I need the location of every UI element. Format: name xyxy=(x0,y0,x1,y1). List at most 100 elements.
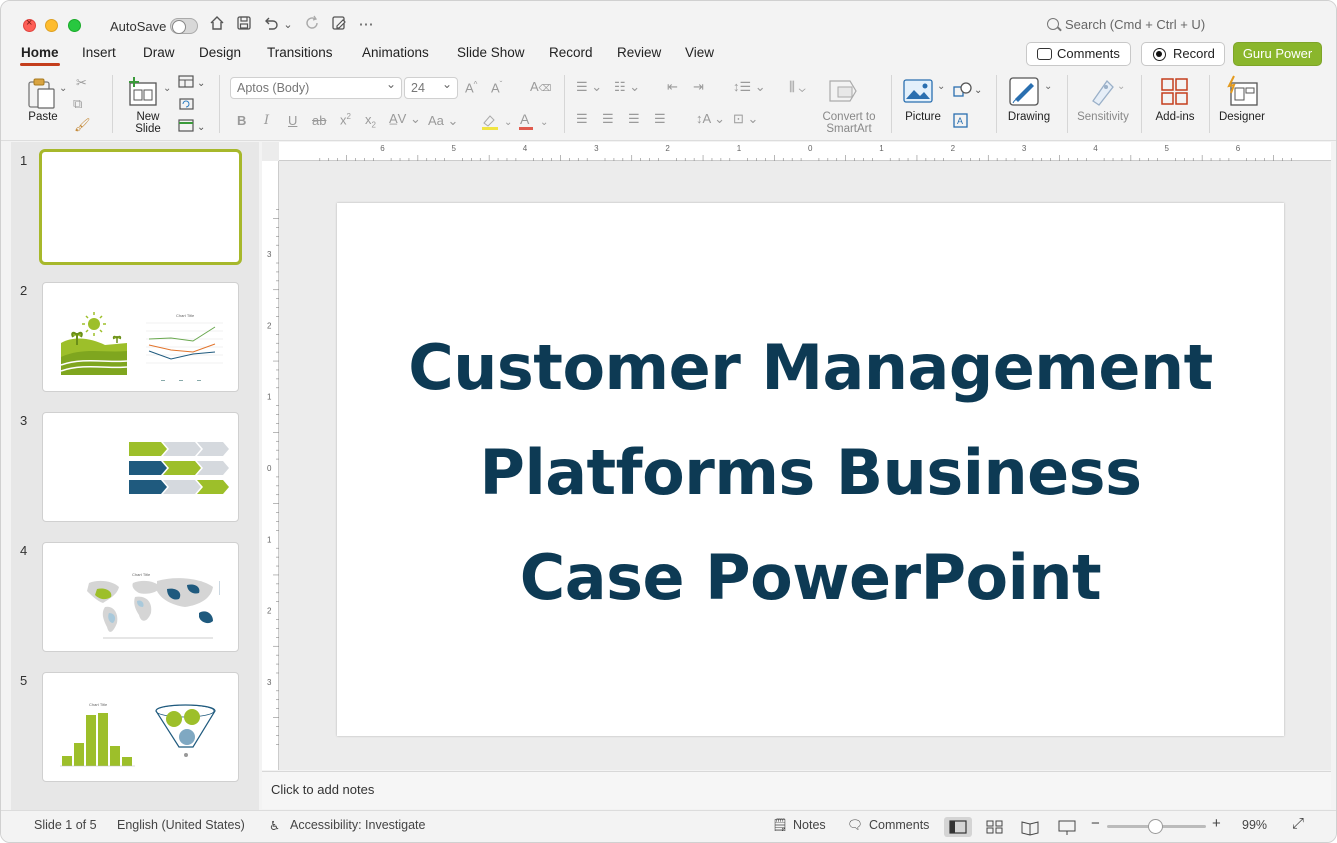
shapes-icon[interactable]: ⌄ xyxy=(953,81,983,99)
notes-toggle[interactable]: Notes xyxy=(793,818,826,832)
justify-icon[interactable]: ☰ xyxy=(654,111,666,127)
zoom-slider-thumb[interactable] xyxy=(1148,819,1163,834)
tab-design[interactable]: Design xyxy=(199,45,241,60)
tab-transitions[interactable]: Transitions xyxy=(267,45,333,60)
sensitivity-icon[interactable] xyxy=(1087,77,1117,107)
align-text-icon[interactable]: ⊡ ⌄ xyxy=(733,111,758,127)
undo-dropdown-icon[interactable]: ⌄ xyxy=(281,15,295,35)
italic-icon[interactable]: I xyxy=(264,113,269,128)
record-button[interactable]: Record xyxy=(1141,42,1225,66)
notes-icon[interactable]: 🗒 xyxy=(772,818,788,833)
smartart-icon[interactable] xyxy=(828,79,860,103)
autosave-toggle[interactable] xyxy=(170,18,198,34)
sensitivity-dropdown-icon[interactable]: ⌄ xyxy=(1117,81,1125,92)
picture-dropdown-icon[interactable]: ⌄ xyxy=(937,81,945,92)
minimize-window-button[interactable] xyxy=(45,19,58,32)
add-ins-icon[interactable] xyxy=(1160,77,1190,107)
comments-button[interactable]: Comments xyxy=(1026,42,1131,66)
language-status[interactable]: English (United States) xyxy=(117,818,245,832)
slideshow-view-button[interactable] xyxy=(1053,817,1081,837)
change-case-icon[interactable]: Aa ⌄ xyxy=(428,113,458,129)
slide-title-textbox[interactable]: Customer Management Platforms Business C… xyxy=(337,315,1284,630)
redo-icon[interactable] xyxy=(302,15,322,35)
paste-dropdown-icon[interactable]: ⌄ xyxy=(59,83,67,94)
slide-thumbnail-5[interactable]: Chart Title xyxy=(42,672,239,782)
vertical-ruler[interactable]: 3 2 1 0 1 2 3 xyxy=(262,161,279,770)
reset-icon[interactable] xyxy=(178,97,196,111)
character-spacing-icon[interactable]: A̲V ⌄ xyxy=(389,111,421,127)
comment-status-icon[interactable]: 🗨 xyxy=(847,818,863,833)
text-box-icon[interactable]: A xyxy=(953,113,969,129)
customize-icon[interactable] xyxy=(329,15,349,35)
superscript-icon[interactable]: x2 xyxy=(340,112,351,127)
comments-toggle[interactable]: Comments xyxy=(869,818,929,832)
underline-icon[interactable]: U xyxy=(288,113,297,128)
highlight-color-icon[interactable]: ⌄ xyxy=(480,113,520,131)
tab-slide-show[interactable]: Slide Show xyxy=(457,45,525,60)
strikethrough-icon[interactable]: ab xyxy=(312,113,326,128)
layout-icon[interactable]: ⌄ xyxy=(178,75,206,89)
search-box[interactable]: Search (Cmd + Ctrl + U) xyxy=(1047,17,1247,37)
guru-power-button[interactable]: Guru Power xyxy=(1233,42,1322,66)
font-size-dropdown[interactable]: 24 xyxy=(404,77,458,99)
horizontal-ruler[interactable]: 6 5 4 3 2 1 0 1 2 3 4 5 6 xyxy=(279,142,1331,161)
slide-title-line-1: Customer Management xyxy=(408,331,1213,404)
normal-view-button[interactable] xyxy=(944,817,972,837)
slide-thumbnail-2[interactable]: Chart Title xyxy=(42,282,239,392)
picture-icon[interactable] xyxy=(903,79,935,105)
fit-to-window-icon[interactable]: ⤢ xyxy=(1292,815,1304,832)
accessibility-icon[interactable]: ♿︎ xyxy=(269,818,280,833)
slide-thumbnail-4[interactable]: Chart Title xyxy=(42,542,239,652)
clear-formatting-icon[interactable]: A⌫ xyxy=(530,79,551,94)
increase-indent-icon[interactable]: ⇥ xyxy=(693,79,704,95)
align-center-icon[interactable]: ☰ xyxy=(602,111,614,127)
bold-icon[interactable]: B xyxy=(237,113,246,128)
decrease-indent-icon[interactable]: ⇤ xyxy=(667,79,678,95)
more-icon[interactable]: ⋯ xyxy=(356,15,376,35)
tab-home[interactable]: Home xyxy=(20,45,60,66)
tab-view[interactable]: View xyxy=(685,45,714,60)
line-spacing-icon[interactable]: ↕☰ ⌄ xyxy=(733,79,766,95)
increase-font-icon[interactable]: A^ xyxy=(465,80,477,95)
accessibility-status[interactable]: Accessibility: Investigate xyxy=(290,818,425,832)
close-window-button[interactable] xyxy=(23,17,36,32)
format-painter-icon[interactable]: 🖌 xyxy=(74,117,91,133)
copy-icon[interactable]: ⧉ xyxy=(73,96,82,112)
zoom-level[interactable]: 99% xyxy=(1242,818,1267,832)
align-left-icon[interactable]: ☰ xyxy=(576,111,588,127)
drawing-icon[interactable] xyxy=(1009,77,1041,107)
decrease-font-icon[interactable]: Aˇ xyxy=(491,80,502,95)
font-color-icon[interactable]: A ⌄ xyxy=(518,111,558,132)
font-name-dropdown[interactable]: Aptos (Body) xyxy=(230,77,402,99)
reading-view-button[interactable] xyxy=(1016,817,1044,837)
text-direction-icon[interactable]: ↕A ⌄ xyxy=(696,111,725,127)
home-icon[interactable] xyxy=(207,15,227,35)
align-right-icon[interactable]: ☰ xyxy=(628,111,640,127)
save-icon[interactable] xyxy=(234,15,254,35)
tab-draw[interactable]: Draw xyxy=(143,45,175,60)
new-slide-button[interactable] xyxy=(128,77,160,107)
undo-icon[interactable] xyxy=(261,15,281,35)
section-icon[interactable]: ⌄ xyxy=(178,119,206,133)
cut-icon[interactable]: ✂ xyxy=(76,75,87,91)
slide-thumbnail-1[interactable] xyxy=(39,149,242,265)
slide-sorter-view-button[interactable] xyxy=(981,817,1009,837)
paste-button[interactable] xyxy=(26,77,58,111)
zoom-in-button[interactable]: + xyxy=(1212,815,1221,832)
numbering-icon[interactable]: ☷ ⌄ xyxy=(614,79,640,95)
subscript-icon[interactable]: x2 xyxy=(365,112,376,130)
new-slide-dropdown-icon[interactable]: ⌄ xyxy=(163,83,171,94)
slide-thumbnail-3[interactable] xyxy=(42,412,239,522)
tab-insert[interactable]: Insert xyxy=(82,45,116,60)
notes-pane[interactable]: Click to add notes xyxy=(262,771,1331,809)
columns-icon[interactable]: ⫼ ⌄ xyxy=(789,79,806,95)
bullets-icon[interactable]: ☰ ⌄ xyxy=(576,79,602,95)
tab-record[interactable]: Record xyxy=(549,45,593,60)
tab-animations[interactable]: Animations xyxy=(362,45,429,60)
zoom-out-button[interactable]: − xyxy=(1091,815,1100,832)
tab-review[interactable]: Review xyxy=(617,45,661,60)
drawing-dropdown-icon[interactable]: ⌄ xyxy=(1044,81,1052,92)
current-slide-canvas[interactable]: Customer Management Platforms Business C… xyxy=(337,203,1284,736)
zoom-window-button[interactable] xyxy=(68,19,81,32)
designer-icon[interactable] xyxy=(1225,75,1259,107)
